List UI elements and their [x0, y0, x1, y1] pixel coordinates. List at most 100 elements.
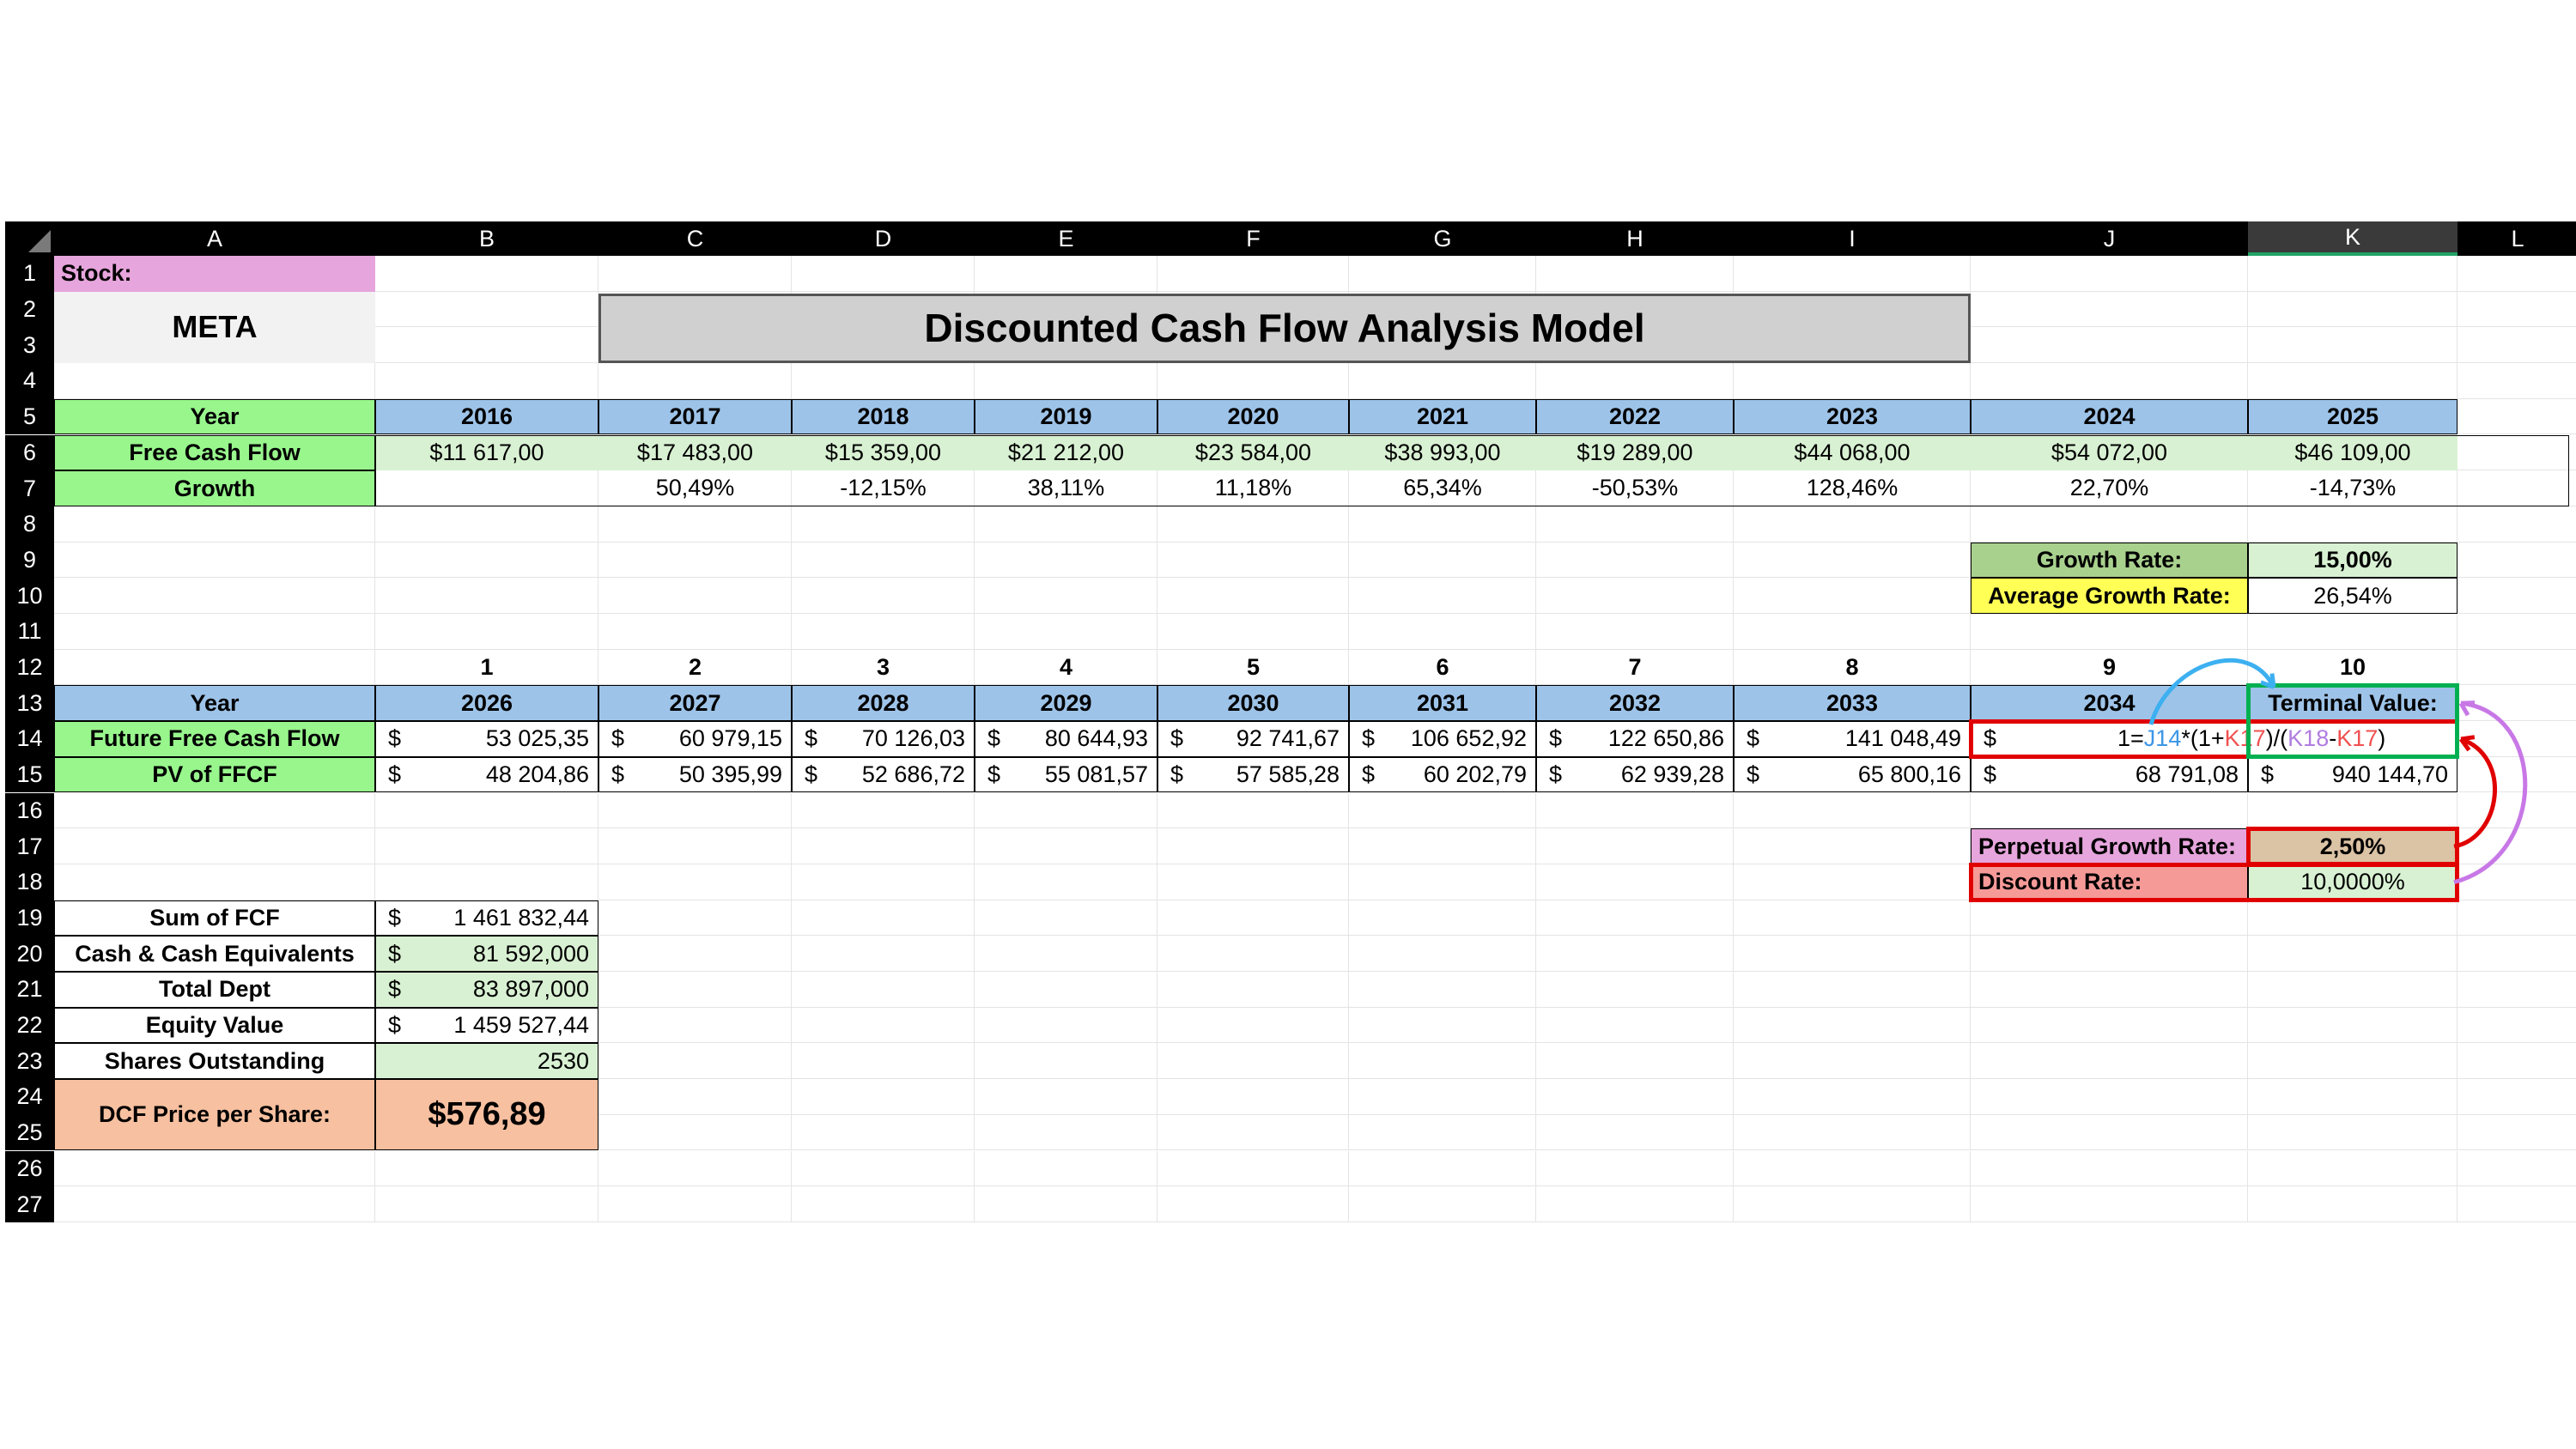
grid-cell[interactable]: [2248, 506, 2458, 543]
grid-cell[interactable]: [2458, 1008, 2576, 1044]
summary-label-debt[interactable]: Total Dept: [54, 972, 375, 1008]
grid-cell[interactable]: [792, 1114, 975, 1151]
formula-cell[interactable]: $1=J14*(1+K17)/(K18-K17): [1971, 721, 2458, 757]
row-header-14[interactable]: 14: [5, 721, 54, 757]
row-header-24[interactable]: 24: [5, 1079, 54, 1115]
fcf-value[interactable]: $46 109,00: [2248, 434, 2458, 471]
grid-cell[interactable]: [1349, 972, 1536, 1008]
grid-cell[interactable]: [598, 936, 792, 972]
grid-cell[interactable]: [792, 900, 975, 937]
year-header[interactable]: 2024: [1971, 398, 2248, 435]
growth-rate-value[interactable]: 15,00%: [2248, 542, 2458, 579]
row-header-7[interactable]: 7: [5, 470, 54, 506]
grid-cell[interactable]: [1971, 363, 2248, 399]
year-header[interactable]: 2023: [1734, 398, 1971, 435]
row-header-12[interactable]: 12: [5, 649, 54, 686]
grid-cell[interactable]: [1536, 1150, 1734, 1187]
grid-cell[interactable]: [1157, 792, 1349, 829]
formula-text[interactable]: 1=J14*(1+K17)/(K18-K17): [2117, 725, 2385, 752]
grid-cell[interactable]: [1349, 542, 1536, 579]
grid-cell[interactable]: [54, 542, 375, 579]
grid-cell[interactable]: [2248, 327, 2458, 364]
grid-cell[interactable]: [54, 649, 375, 686]
column-header-b[interactable]: B: [375, 221, 598, 256]
grid-cell[interactable]: [975, 1186, 1157, 1222]
grid-cell[interactable]: [2458, 1186, 2576, 1222]
growth-value[interactable]: 22,70%: [1971, 470, 2248, 506]
grid-cell[interactable]: [2458, 936, 2576, 972]
grid-cell[interactable]: [1349, 1150, 1536, 1187]
fcf-value[interactable]: $19 289,00: [1536, 434, 1734, 471]
grid-cell[interactable]: [1349, 363, 1536, 399]
grid-cell[interactable]: [1349, 1007, 1536, 1044]
grid-cell[interactable]: [792, 363, 975, 399]
grid-cell[interactable]: [2458, 1151, 2576, 1187]
ffcf-value[interactable]: $106 652,92: [1349, 721, 1536, 757]
grid-cell[interactable]: [792, 578, 975, 614]
pv-value[interactable]: $62 939,28: [1536, 756, 1734, 793]
grid-cell[interactable]: [1536, 542, 1734, 579]
grid-cell[interactable]: [792, 792, 975, 829]
projection-index[interactable]: 9: [1971, 650, 2248, 686]
row-header-21[interactable]: 21: [5, 972, 54, 1008]
grid-cell[interactable]: [1349, 900, 1536, 937]
grid-cell[interactable]: [54, 614, 375, 650]
grid-cell[interactable]: [2458, 543, 2576, 579]
grid-cell[interactable]: [975, 864, 1157, 900]
grid-cell[interactable]: [1349, 256, 1536, 292]
grid-cell[interactable]: [54, 506, 375, 543]
year-header[interactable]: 2019: [975, 398, 1157, 435]
grid-cell[interactable]: [1734, 506, 1971, 543]
grid-cell[interactable]: [1157, 900, 1349, 937]
grid-cell[interactable]: [792, 614, 975, 650]
grid-cell[interactable]: [1971, 1043, 2248, 1080]
grid-cell[interactable]: [1971, 291, 2248, 328]
terminal-value-header[interactable]: Terminal Value:: [2248, 685, 2458, 722]
grid-cell[interactable]: [375, 506, 598, 543]
row-header-1[interactable]: 1: [5, 256, 54, 292]
ffcf-value[interactable]: $53 025,35: [375, 721, 598, 757]
fcf-value[interactable]: $17 483,00: [598, 434, 792, 471]
grid-cell[interactable]: [2248, 1007, 2458, 1044]
grid-cell[interactable]: [1157, 363, 1349, 399]
grid-cell[interactable]: [1971, 1114, 2248, 1151]
grid-cell[interactable]: [1349, 1114, 1536, 1151]
column-header-e[interactable]: E: [975, 221, 1157, 256]
grid-cell[interactable]: [598, 1043, 792, 1080]
discount-rate-label[interactable]: Discount Rate:: [1971, 864, 2248, 900]
summary-label-sum_fcf[interactable]: Sum of FCF: [54, 900, 375, 937]
select-all-corner[interactable]: [5, 221, 54, 256]
pv-value[interactable]: $57 585,28: [1157, 756, 1349, 793]
year-header[interactable]: 2025: [2248, 398, 2458, 435]
column-header-k[interactable]: K: [2248, 221, 2458, 256]
grid-cell[interactable]: [1971, 1007, 2248, 1044]
fcf-value[interactable]: $11 617,00: [375, 434, 598, 471]
grid-cell[interactable]: [2248, 1114, 2458, 1151]
grid-cell[interactable]: [1157, 256, 1349, 292]
shares-label[interactable]: Shares Outstanding: [54, 1043, 375, 1080]
grid-cell[interactable]: [375, 578, 598, 614]
dcf-price-value[interactable]: $576,89: [375, 1079, 598, 1151]
row-header-27[interactable]: 27: [5, 1186, 54, 1222]
year-header[interactable]: 2021: [1349, 398, 1536, 435]
grid-cell[interactable]: [975, 256, 1157, 292]
proj-year-header[interactable]: 2030: [1157, 685, 1349, 722]
column-header-f[interactable]: F: [1157, 221, 1349, 256]
grid-cell[interactable]: [2458, 1115, 2576, 1151]
pv-value[interactable]: $60 202,79: [1349, 756, 1536, 793]
grid-cell[interactable]: [2458, 470, 2576, 506]
grid-cell[interactable]: [792, 936, 975, 972]
pv-value[interactable]: $50 395,99: [598, 756, 792, 793]
grid-cell[interactable]: [1734, 256, 1971, 292]
grid-cell[interactable]: [2248, 972, 2458, 1008]
ffcf-label[interactable]: Future Free Cash Flow: [54, 721, 375, 757]
grid-cell[interactable]: [1734, 792, 1971, 829]
grid-cell[interactable]: [792, 1079, 975, 1115]
grid-cell[interactable]: [54, 864, 375, 900]
grid-cell[interactable]: [1157, 1079, 1349, 1115]
column-header-j[interactable]: J: [1971, 221, 2248, 256]
proj-year-header[interactable]: 2027: [598, 685, 792, 722]
grid-cell[interactable]: [2458, 506, 2576, 543]
grid-cell[interactable]: [598, 828, 792, 864]
grid-cell[interactable]: [2248, 363, 2458, 399]
